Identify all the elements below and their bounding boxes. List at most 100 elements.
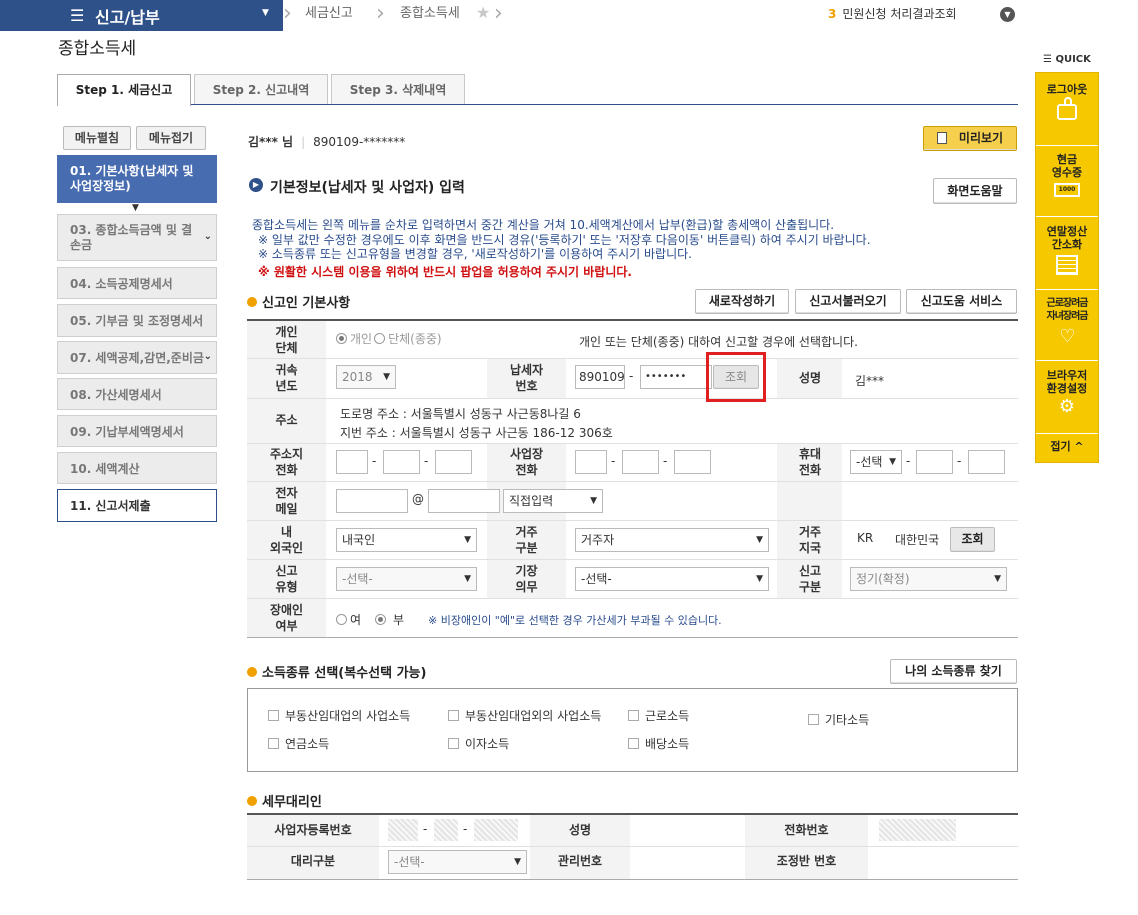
income-pension-checkbox[interactable]: 연금소득 [268,735,329,752]
checkbox-icon[interactable] [628,710,639,721]
breadcrumb-tax-report[interactable]: 세금신고 [305,0,353,31]
load-report-button[interactable]: 신고서불러오기 [795,289,901,314]
home-phone-field-3[interactable] [435,450,472,474]
year-select[interactable]: 2018 ▼ [336,365,396,389]
sidebar-item-income[interactable]: 03. 종합소득금액 및 결손금 ⌄ [57,214,217,261]
chevron-down-icon[interactable]: ▼ [1000,7,1015,22]
sidebar-item-submit[interactable]: 11. 신고서제출 [57,489,217,522]
mobile-prefix-select[interactable]: -선택 ▼ [850,450,902,474]
email-domain-field[interactable] [428,489,500,513]
chevron-down-icon[interactable]: ▼ [262,8,269,18]
sidebar-item-label: 10. 세액계산 [70,461,140,476]
name-value: 김*** [855,374,885,388]
checkbox-icon[interactable] [268,710,279,721]
quick-browser-settings[interactable]: 브라우저 환경설정 ⚙ [1036,369,1098,417]
home-phone-field-1[interactable] [336,450,368,474]
income-interest-checkbox[interactable]: 이자소득 [448,735,509,752]
highlight-box [706,352,766,402]
taxpayer-number-field-2[interactable]: ••••••• [640,365,712,389]
agent-type-select[interactable]: -선택- ▼ [388,850,527,874]
income-dividend-checkbox[interactable]: 배당소득 [628,735,689,752]
tab-step1[interactable]: Step 1. 세금신고 [57,74,191,106]
dropdown-arrow-icon: ▼ [590,496,597,506]
checkbox-icon[interactable] [808,714,819,725]
country-code: KR [857,531,874,545]
quick-fold[interactable]: 접기 ^ [1036,440,1098,453]
quick-yearend[interactable]: 연말정산 간소화 [1036,225,1098,275]
sidebar-item-tax-credit[interactable]: 07. 세액공제,감면,준비금 ⌄ [57,341,217,374]
dash: - [957,454,962,468]
radio-group[interactable] [374,333,386,344]
email-domain-value: 직접입력 [509,494,554,508]
menu-collapse-button[interactable]: 메뉴접기 [136,126,206,150]
sidebar-item-basic-info[interactable]: 01. 기본사항(납세자 및 사업장정보) [57,155,217,203]
country-lookup-button[interactable]: 조회 [950,527,995,552]
agent-phone-label: 전화번호 [784,823,829,837]
radio-disabled-yes[interactable] [336,614,347,625]
menu-expand-button[interactable]: 메뉴펼침 [63,126,131,150]
mobile-phone-field-3[interactable] [968,450,1005,474]
bullet-icon [247,667,257,677]
screen-help-button[interactable]: 화면도움말 [933,178,1017,204]
chevron-down-icon[interactable]: ⌄ [203,350,212,362]
business-phone-field-3[interactable] [674,450,711,474]
checkbox-icon[interactable] [268,738,279,749]
nationality-value: 내국인 [342,533,376,547]
income-section-title: 소득종류 선택(복수선택 가능) [247,662,426,681]
dash: - [611,454,616,468]
checkbox-label: 이자소득 [465,737,510,751]
preview-button[interactable]: 미리보기 [923,126,1017,151]
income-other-checkbox[interactable]: 기타소득 [808,711,869,728]
row-divider [247,637,1018,638]
hamburger-icon[interactable]: ☰ [70,6,84,25]
income-business-checkbox[interactable]: 부동산임대업외의 사업소득 [448,707,601,724]
dash: - [629,369,634,383]
quick-eitc[interactable]: 근로장려금 자녀장려금 ♡ [1036,297,1098,347]
quick-logout[interactable]: 로그아웃 [1036,83,1098,120]
year-value: 2018 [342,370,373,384]
quick-title-text: QUICK [1055,54,1091,65]
row-divider [247,358,1018,359]
taxpayer-number-field-1[interactable]: 890109 [575,365,625,389]
email-domain-select[interactable]: 직접입력 ▼ [503,489,603,513]
sidebar-item-deduction[interactable]: 04. 소득공제명세서 [57,267,217,299]
notice-link[interactable]: 3 민원신청 처리결과조회 [828,5,957,22]
business-phone-field-2[interactable] [622,450,659,474]
income-title-text: 소득종류 선택(복수선택 가능) [262,666,427,681]
business-phone-field-1[interactable] [575,450,607,474]
chevron-down-icon[interactable]: ⌄ [204,231,212,242]
tab-step2[interactable]: Step 2. 신고내역 [194,74,328,105]
report-type-select[interactable]: -선택- ▼ [336,567,477,591]
email-id-field[interactable] [336,489,408,513]
report-type-label: 신고 유형 [275,564,298,594]
find-my-income-type-button[interactable]: 나의 소득종류 찾기 [890,659,1017,684]
report-kind-select[interactable]: 정기(확정) ▼ [850,567,1007,591]
nationality-select[interactable]: 내국인 ▼ [336,528,477,552]
row-divider [247,481,1018,482]
sidebar-item-penalty[interactable]: 08. 가산세명세서 [57,378,217,410]
home-phone-field-2[interactable] [383,450,420,474]
radio-person[interactable] [336,333,347,344]
breadcrumb-income-tax[interactable]: 종합소득세 [400,0,460,31]
sidebar-item-calculation[interactable]: 10. 세액계산 [57,452,217,484]
favorite-star-icon[interactable]: ★ [476,3,490,22]
at-sign: @ [412,492,424,506]
checkbox-icon[interactable] [628,738,639,749]
radio-disabled-no[interactable] [375,614,387,625]
income-wage-checkbox[interactable]: 근로소득 [628,707,689,724]
mobile-phone-field-2[interactable] [916,450,953,474]
sidebar-item-prepaid[interactable]: 09. 기납부세액명세서 [57,415,217,447]
bookkeeping-select[interactable]: -선택- ▼ [575,567,769,591]
checkbox-icon[interactable] [448,710,459,721]
quick-cash-receipt[interactable]: 현금 영수증 1000 [1036,153,1098,197]
row-divider [247,846,1018,847]
new-write-button[interactable]: 새로작성하기 [695,289,789,314]
residence-select[interactable]: 거주자 ▼ [575,528,769,552]
tab-step3[interactable]: Step 3. 삭제내역 [331,74,465,105]
checkbox-icon[interactable] [448,738,459,749]
agent-type-value: -선택- [394,855,425,869]
sidebar-item-donation[interactable]: 05. 기부금 및 조정명세서 [57,304,217,337]
main-menu-selector[interactable]: ☰ 신고/납부 ▼ [0,0,283,31]
income-rent-checkbox[interactable]: 부동산임대업의 사업소득 [268,707,410,724]
report-help-service-button[interactable]: 신고도움 서비스 [906,289,1017,314]
